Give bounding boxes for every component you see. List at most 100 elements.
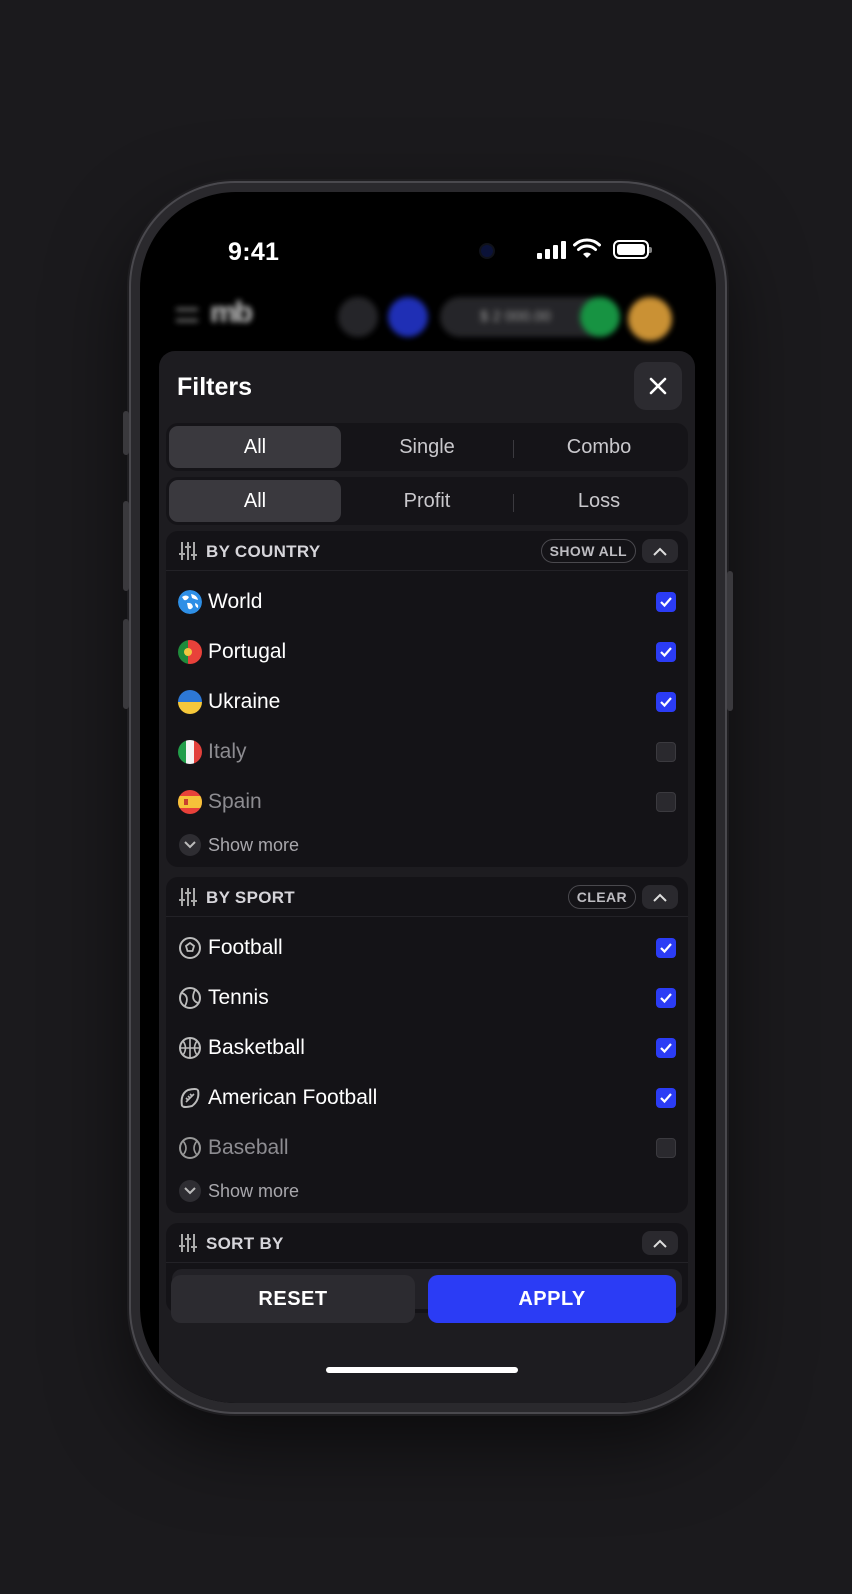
checkbox-checked[interactable]: [656, 988, 676, 1008]
section-header: BY COUNTRY SHOW ALL: [166, 531, 688, 571]
sport-label: Baseball: [208, 1136, 289, 1159]
spain-flag-icon: [178, 790, 202, 814]
section-title: BY SPORT: [206, 888, 295, 907]
checkbox-checked[interactable]: [656, 642, 676, 662]
filters-sheet: Filters All Single Combo All Profit Loss: [159, 351, 695, 1403]
italy-flag-icon: [178, 740, 202, 764]
signal-icon: [537, 241, 566, 259]
show-more-label: Show more: [208, 835, 300, 855]
country-row-ukraine[interactable]: Ukraine: [166, 677, 688, 727]
sport-label: Tennis: [208, 986, 269, 1009]
notification-icon: [388, 297, 428, 337]
reset-button[interactable]: RESET: [171, 1275, 415, 1323]
app-bar-blurred: mb $ 2 000.00: [140, 288, 716, 344]
avatar: [628, 297, 672, 341]
sport-row-tennis[interactable]: Tennis: [166, 973, 688, 1023]
footer-actions: RESET APPLY: [159, 1266, 695, 1342]
baseball-icon: [179, 1137, 201, 1159]
country-label: World: [208, 590, 263, 613]
country-label: Spain: [208, 790, 262, 813]
checkbox-checked[interactable]: [656, 1038, 676, 1058]
apply-button[interactable]: APPLY: [428, 1275, 676, 1323]
checkbox-checked[interactable]: [656, 1088, 676, 1108]
american-football-icon: [180, 1088, 200, 1108]
clear-button[interactable]: CLEAR: [567, 885, 636, 909]
checkbox-checked[interactable]: [656, 592, 676, 612]
section-title: SORT BY: [206, 1234, 284, 1253]
sport-row-basketball[interactable]: Basketball: [166, 1023, 688, 1073]
deposit-icon: [580, 297, 620, 337]
by-country-section: BY COUNTRY SHOW ALL World Portugal Ukrai…: [166, 531, 688, 867]
checkbox-unchecked[interactable]: [656, 742, 676, 762]
dynamic-island: [328, 222, 530, 280]
chevron-down-icon: [179, 834, 201, 856]
globe-icon: [178, 590, 202, 614]
segment-option-profit[interactable]: Profit: [341, 480, 513, 522]
chevron-up-icon: [653, 893, 667, 902]
volume-down-button: [123, 619, 129, 709]
country-row-italy[interactable]: Italy: [166, 727, 688, 777]
status-time: 9:41: [228, 238, 280, 266]
by-sport-section: BY SPORT CLEAR Football Tennis Basketbal…: [166, 877, 688, 1213]
battery-icon: [613, 240, 652, 259]
show-more-sports[interactable]: Show more: [166, 1173, 688, 1213]
menu-icon: [176, 308, 198, 322]
chevron-down-icon: [179, 1180, 201, 1202]
segment-option-all[interactable]: All: [169, 480, 341, 522]
sliders-icon: [179, 888, 197, 906]
sliders-icon: [179, 1234, 197, 1252]
sport-row-football[interactable]: Football: [166, 923, 688, 973]
segment-option-loss[interactable]: Loss: [513, 480, 685, 522]
show-more-label: Show more: [208, 1181, 300, 1201]
home-indicator[interactable]: [326, 1367, 518, 1373]
country-row-spain[interactable]: Spain: [166, 777, 688, 827]
chevron-up-icon: [653, 547, 667, 556]
bet-type-segment: All Single Combo: [166, 423, 688, 471]
country-label: Portugal: [208, 640, 287, 663]
sheet-title: Filters: [177, 373, 253, 401]
chevron-up-icon: [653, 1239, 667, 1248]
segment-option-single[interactable]: Single: [341, 426, 513, 468]
power-button: [727, 571, 733, 711]
action-button: [123, 411, 129, 455]
section-title: BY COUNTRY: [206, 542, 321, 561]
screen: 9:41 mb $ 2 000.00 Filters All Single Co…: [140, 192, 716, 1403]
status-bar: 9:41: [140, 192, 716, 302]
wifi-icon: [573, 238, 601, 258]
close-icon: [649, 377, 667, 395]
result-segment: All Profit Loss: [166, 477, 688, 525]
segment-option-combo[interactable]: Combo: [513, 426, 685, 468]
sport-label: Football: [208, 936, 283, 959]
country-label: Italy: [208, 740, 247, 763]
basketball-icon: [179, 1037, 201, 1059]
sport-row-baseball[interactable]: Baseball: [166, 1123, 688, 1173]
app-logo: mb: [210, 296, 253, 329]
country-label: Ukraine: [208, 690, 281, 713]
show-more-countries[interactable]: Show more: [166, 827, 688, 867]
checkbox-checked[interactable]: [656, 692, 676, 712]
sliders-icon: [179, 542, 197, 560]
collapse-button[interactable]: [642, 1231, 678, 1255]
phone-frame: 9:41 mb $ 2 000.00 Filters All Single Co…: [123, 183, 733, 1412]
sport-label: American Football: [208, 1086, 378, 1109]
search-icon: [338, 297, 378, 337]
football-icon: [179, 937, 201, 959]
close-button[interactable]: [634, 362, 682, 410]
collapse-button[interactable]: [642, 539, 678, 563]
sport-label: Basketball: [208, 1036, 305, 1059]
checkbox-checked[interactable]: [656, 938, 676, 958]
volume-up-button: [123, 501, 129, 591]
section-header: BY SPORT CLEAR: [166, 877, 688, 917]
portugal-flag-icon: [178, 640, 202, 664]
show-all-button[interactable]: SHOW ALL: [540, 539, 636, 563]
collapse-button[interactable]: [642, 885, 678, 909]
country-row-portugal[interactable]: Portugal: [166, 627, 688, 677]
segment-option-all[interactable]: All: [169, 426, 341, 468]
sport-row-american-football[interactable]: American Football: [166, 1073, 688, 1123]
section-header: SORT BY: [166, 1223, 688, 1263]
checkbox-unchecked[interactable]: [656, 1138, 676, 1158]
country-row-world[interactable]: World: [166, 577, 688, 627]
camera-icon: [481, 245, 493, 257]
tennis-icon: [179, 987, 201, 1009]
checkbox-unchecked[interactable]: [656, 792, 676, 812]
